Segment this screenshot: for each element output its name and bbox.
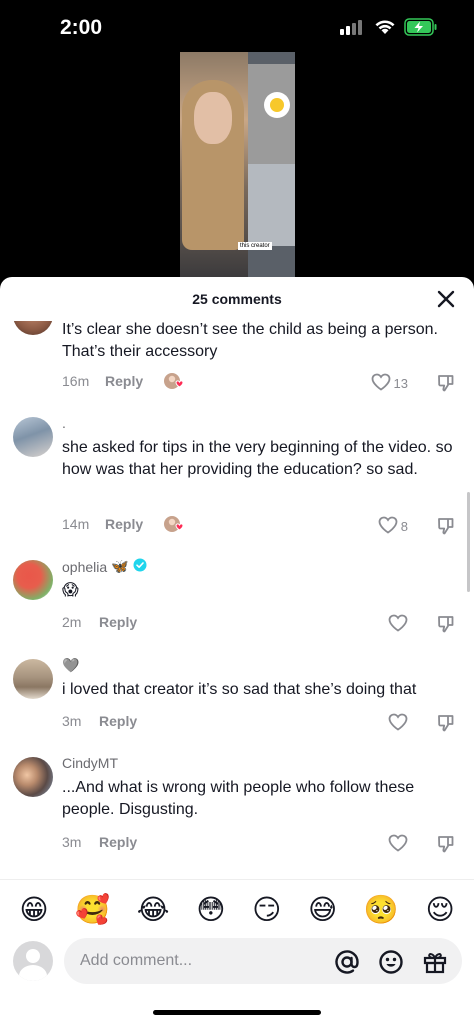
comment-text: i loved that creator it’s so sad that sh…: [62, 681, 417, 698]
comment-input-row: [0, 937, 474, 989]
comments-list[interactable]: It’s clear she doesn’t see the child as …: [0, 321, 474, 879]
emoji-pleading[interactable]: 🥺: [364, 895, 399, 924]
comment-username: CindyMT: [62, 755, 118, 771]
avatar[interactable]: [13, 560, 53, 600]
scrollbar[interactable]: [467, 492, 470, 592]
reply-button[interactable]: Reply: [99, 713, 137, 729]
comment-time: 3m: [62, 834, 82, 850]
cellular-signal-icon: [340, 19, 366, 40]
comment-text: It’s clear she doesn’t see the child as …: [62, 321, 438, 360]
battery-charging-icon: [404, 18, 438, 41]
emoji-flushed[interactable]: 😳: [196, 895, 225, 924]
creator-liked-badge: [163, 372, 185, 390]
like-button[interactable]: 8: [378, 516, 408, 537]
dislike-icon[interactable]: [436, 834, 456, 859]
comment-username: 🩶: [62, 657, 79, 674]
emoji-tears-of-joy[interactable]: 😂: [137, 895, 170, 924]
dislike-icon[interactable]: [436, 516, 456, 541]
flower-sticker-icon: [264, 92, 290, 118]
username-text: .: [62, 415, 66, 431]
status-icons: [340, 18, 438, 41]
reply-button[interactable]: Reply: [105, 373, 143, 389]
input-actions: [334, 949, 448, 980]
comments-sheet: 25 comments It’s clear she doesn’t see t…: [0, 277, 474, 1025]
user-avatar[interactable]: [13, 941, 53, 981]
username-text: 🩶: [62, 657, 80, 673]
video-preview[interactable]: this creator: [180, 52, 295, 278]
comment-meta: 3m Reply: [62, 713, 137, 729]
emoji-icon[interactable]: [378, 949, 404, 980]
comment-text: she asked for tips in the very beginning…: [62, 439, 453, 478]
heart-icon: [388, 834, 408, 855]
avatar[interactable]: [13, 321, 53, 335]
comment-username: ophelia 🦋: [62, 558, 147, 575]
home-indicator: [153, 1010, 321, 1015]
avatar-head: [26, 949, 40, 963]
emoji-relieved[interactable]: 😌: [425, 895, 454, 924]
comment-time: 14m: [62, 516, 90, 532]
status-bar: 2:00: [0, 0, 474, 54]
comment-meta: 2m Reply: [62, 614, 137, 630]
comment-text: ...And what is wrong with people who fol…: [62, 779, 415, 818]
comment-meta: 14m Reply: [62, 515, 185, 533]
heart-icon: [388, 614, 408, 635]
reply-button[interactable]: Reply: [105, 516, 143, 532]
verified-badge-icon: [133, 558, 147, 575]
wifi-icon: [374, 19, 396, 40]
gift-icon[interactable]: [422, 949, 448, 980]
avatar[interactable]: [13, 417, 53, 457]
butterfly-emoji: 🦋: [111, 558, 129, 574]
avatar-body: [19, 965, 47, 981]
comment-username: .: [62, 415, 66, 431]
like-button[interactable]: 13: [371, 373, 408, 394]
video-inset-image-2: [248, 164, 295, 246]
comment-time: 16m: [62, 373, 90, 389]
close-icon[interactable]: [436, 289, 456, 309]
comment-time: 3m: [62, 713, 82, 729]
creator-liked-badge: [163, 515, 185, 533]
status-time: 2:00: [60, 16, 103, 39]
like-count: 13: [393, 376, 408, 391]
avatar[interactable]: [13, 757, 53, 797]
reply-button[interactable]: Reply: [99, 614, 137, 630]
dislike-icon[interactable]: [436, 373, 456, 398]
emoji-quick-bar: 😁 🥰 😂 😳 😏 😅 🥺 😌: [0, 879, 474, 939]
username-text: CindyMT: [62, 755, 119, 771]
comments-header: 25 comments: [0, 277, 474, 321]
heart-icon: [378, 516, 398, 537]
avatar[interactable]: [13, 659, 53, 699]
video-face: [194, 92, 232, 144]
video-caption: this creator: [238, 242, 272, 250]
at-mention-icon[interactable]: [334, 949, 360, 980]
dislike-icon[interactable]: [436, 614, 456, 639]
comment-time: 2m: [62, 614, 82, 630]
like-count: 8: [400, 519, 408, 534]
like-button[interactable]: [388, 713, 408, 734]
dislike-icon[interactable]: [436, 713, 456, 738]
emoji-grin[interactable]: 😁: [19, 895, 48, 924]
emoji-smirk[interactable]: 😏: [252, 895, 281, 924]
reply-button[interactable]: Reply: [99, 834, 137, 850]
heart-icon: [388, 713, 408, 734]
heart-icon: [371, 373, 391, 394]
comments-title: 25 comments: [192, 291, 282, 307]
comment-meta: 16m Reply: [62, 372, 185, 390]
emoji-sweat-smile[interactable]: 😅: [308, 895, 337, 924]
username-text: ophelia: [62, 558, 108, 575]
comment-meta: 3m Reply: [62, 834, 137, 850]
comment-text: 😱: [62, 582, 79, 599]
emoji-hearts[interactable]: 🥰: [75, 895, 110, 924]
like-button[interactable]: [388, 834, 408, 855]
like-button[interactable]: [388, 614, 408, 635]
